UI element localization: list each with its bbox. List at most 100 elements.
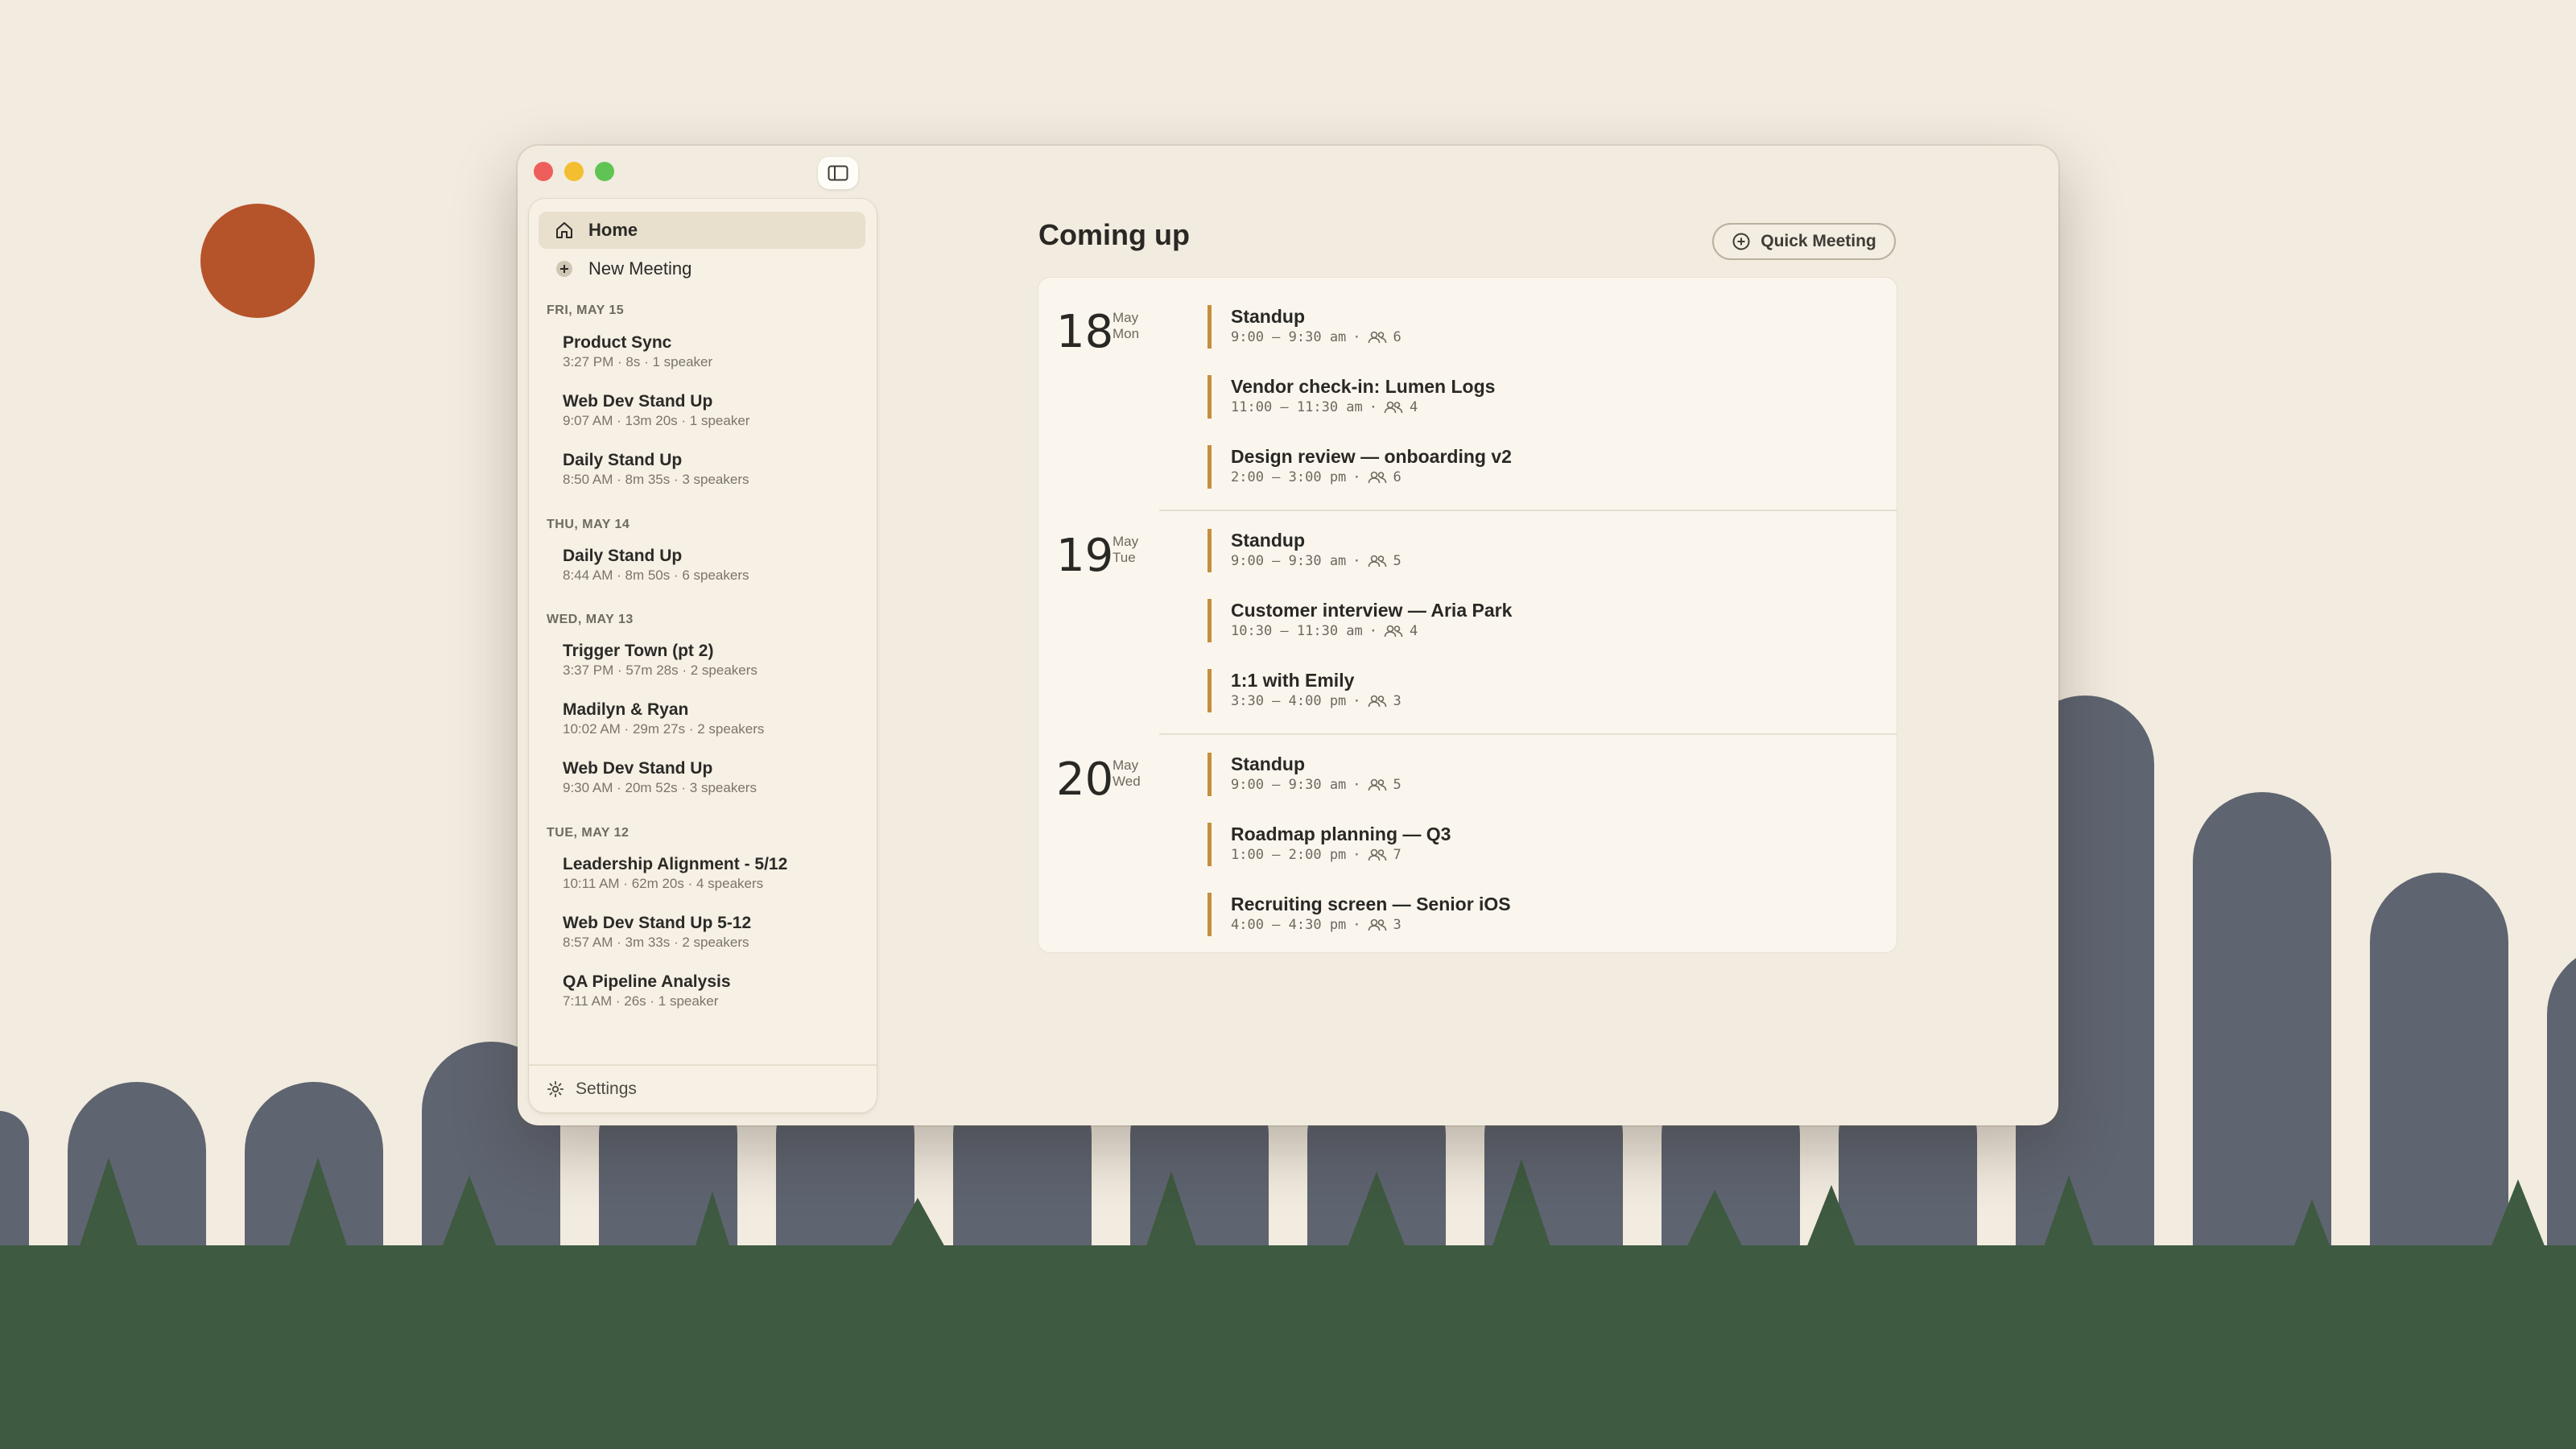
meeting-meta: 10:11 AM · 62m 20s · 4 speakers: [563, 876, 764, 891]
event-item[interactable]: Recruiting screen — Senior iOS 4:00 – 4:…: [1208, 893, 1511, 936]
event-title: Standup: [1231, 306, 1305, 327]
day-meta: May Mon: [1113, 310, 1139, 342]
day-number: 19: [1056, 530, 1114, 582]
meeting-title: Daily Stand Up: [563, 451, 683, 469]
people-icon: [1368, 919, 1386, 931]
day-divider: [1159, 510, 1897, 511]
sidebar-item-home[interactable]: Home: [539, 212, 865, 249]
meeting-item[interactable]: QA Pipeline Analysis 7:11 AM · 26s · 1 s…: [563, 972, 731, 1010]
section-heading: FRI, MAY 15: [547, 303, 625, 317]
event-title: Vendor check-in: Lumen Logs: [1231, 376, 1496, 397]
close-window-button[interactable]: [534, 162, 553, 181]
meeting-meta: 3:27 PM · 8s · 1 speaker: [563, 354, 713, 369]
meeting-item[interactable]: Madilyn & Ryan 10:02 AM · 29m 27s · 2 sp…: [563, 700, 764, 738]
sidebar-item-new-meeting[interactable]: New Meeting: [539, 250, 865, 287]
event-item[interactable]: Standup 9:00 – 9:30 am · 5: [1208, 529, 1402, 572]
people-icon: [1368, 471, 1386, 484]
meeting-title: Trigger Town (pt 2): [563, 642, 714, 660]
event-meta: 2:00 – 3:00 pm · 6: [1231, 469, 1402, 485]
meeting-title: Web Dev Stand Up: [563, 392, 713, 411]
settings-button[interactable]: Settings: [529, 1064, 877, 1113]
settings-label: Settings: [576, 1080, 637, 1098]
event-item[interactable]: Customer interview — Aria Park 10:30 – 1…: [1208, 599, 1512, 642]
event-meta: 1:00 – 2:00 pm · 7: [1231, 847, 1402, 863]
day-divider: [1159, 733, 1897, 735]
window-controls: [534, 162, 614, 181]
event-title: Standup: [1231, 753, 1305, 774]
meeting-meta: 3:37 PM · 57m 28s · 2 speakers: [563, 663, 758, 678]
people-icon: [1368, 695, 1386, 708]
home-icon: [556, 222, 572, 238]
event-title: Standup: [1231, 530, 1305, 551]
meeting-title: Product Sync: [563, 333, 672, 352]
event-meta: 9:00 – 9:30 am · 5: [1231, 553, 1402, 569]
meeting-item[interactable]: Web Dev Stand Up 5-12 8:57 AM · 3m 33s ·…: [563, 913, 751, 952]
section-heading: WED, MAY 13: [547, 613, 634, 626]
sidebar-item-label: Home: [588, 220, 638, 240]
people-icon: [1384, 625, 1403, 638]
event-item[interactable]: Roadmap planning — Q3 1:00 – 2:00 pm · 7: [1208, 823, 1451, 866]
event-title: Recruiting screen — Senior iOS: [1231, 894, 1511, 914]
zoom-window-button[interactable]: [595, 162, 614, 181]
event-meta: 10:30 – 11:30 am · 4: [1231, 623, 1418, 639]
meeting-title: Web Dev Stand Up: [563, 759, 713, 778]
meeting-meta: 8:50 AM · 8m 35s · 3 speakers: [563, 472, 749, 487]
event-meta: 3:30 – 4:00 pm · 3: [1231, 693, 1402, 709]
plus-circle-icon: [556, 261, 572, 277]
app-window: Home New Meeting FRI, MAY 15 Product Syn…: [518, 146, 2058, 1125]
minimize-window-button[interactable]: [564, 162, 584, 181]
event-item[interactable]: Standup 9:00 – 9:30 am · 6: [1208, 305, 1402, 349]
event-title: 1:1 with Emily: [1231, 670, 1355, 691]
people-icon: [1368, 555, 1386, 568]
event-meta: 11:00 – 11:30 am · 4: [1231, 399, 1418, 415]
page-title: Coming up: [1038, 218, 1190, 251]
day-month: May: [1113, 534, 1139, 549]
day-weekday: Tue: [1113, 550, 1136, 565]
quick-meeting-label: Quick Meeting: [1761, 232, 1876, 250]
event-item[interactable]: Design review — onboarding v2 2:00 – 3:0…: [1208, 445, 1512, 489]
day-meta: May Tue: [1113, 534, 1138, 566]
meeting-item[interactable]: Daily Stand Up 8:44 AM · 8m 50s · 6 spea…: [563, 546, 749, 584]
event-title: Customer interview — Aria Park: [1231, 600, 1513, 621]
gear-icon: [547, 1080, 564, 1098]
sidebar-item-label: New Meeting: [588, 258, 692, 279]
meeting-item[interactable]: Trigger Town (pt 2) 3:37 PM · 57m 28s · …: [563, 641, 758, 679]
people-icon: [1368, 331, 1386, 344]
meeting-meta: 8:57 AM · 3m 33s · 2 speakers: [563, 935, 749, 950]
day-weekday: Wed: [1113, 774, 1141, 789]
section-heading: THU, MAY 14: [547, 518, 630, 531]
meeting-title: Madilyn & Ryan: [563, 700, 689, 719]
sidebar-toggle-button[interactable]: [818, 157, 858, 189]
day-number: 20: [1056, 753, 1114, 806]
day-month: May: [1113, 758, 1139, 773]
people-icon: [1368, 848, 1386, 861]
day-weekday: Mon: [1113, 326, 1140, 341]
plus-circle-icon: [1732, 233, 1750, 250]
people-icon: [1384, 401, 1403, 414]
day-number: 18: [1056, 306, 1114, 358]
meeting-title: Daily Stand Up: [563, 547, 683, 565]
event-meta: 9:00 – 9:30 am · 5: [1231, 777, 1402, 793]
meeting-meta: 10:02 AM · 29m 27s · 2 speakers: [563, 721, 765, 737]
section-heading: TUE, MAY 12: [547, 826, 630, 840]
event-item[interactable]: Vendor check-in: Lumen Logs 11:00 – 11:3…: [1208, 375, 1495, 419]
quick-meeting-button[interactable]: Quick Meeting: [1712, 223, 1896, 260]
sun: [200, 204, 315, 318]
meeting-item[interactable]: Web Dev Stand Up 9:30 AM · 20m 52s · 3 s…: [563, 758, 757, 797]
event-item[interactable]: Standup 9:00 – 9:30 am · 5: [1208, 753, 1402, 796]
meeting-meta: 8:44 AM · 8m 50s · 6 speakers: [563, 568, 749, 583]
event-title: Design review — onboarding v2: [1231, 446, 1512, 467]
event-title: Roadmap planning — Q3: [1231, 824, 1451, 844]
meeting-item[interactable]: Leadership Alignment - 5/12 10:11 AM · 6…: [563, 854, 787, 893]
meeting-item[interactable]: Product Sync 3:27 PM · 8s · 1 speaker: [563, 332, 712, 371]
day-meta: May Wed: [1113, 758, 1141, 790]
meeting-meta: 9:07 AM · 13m 20s · 1 speaker: [563, 413, 750, 428]
meeting-meta: 9:30 AM · 20m 52s · 3 speakers: [563, 780, 757, 795]
meeting-item[interactable]: Daily Stand Up 8:50 AM · 8m 35s · 3 spea…: [563, 450, 749, 489]
meeting-item[interactable]: Web Dev Stand Up 9:07 AM · 13m 20s · 1 s…: [563, 391, 749, 430]
sidebar: Home New Meeting FRI, MAY 15 Product Syn…: [529, 199, 877, 1113]
meeting-title: Web Dev Stand Up 5-12: [563, 914, 752, 932]
sidebar-icon: [828, 165, 848, 181]
people-icon: [1368, 778, 1386, 791]
event-item[interactable]: 1:1 with Emily 3:30 – 4:00 pm · 3: [1208, 669, 1402, 712]
